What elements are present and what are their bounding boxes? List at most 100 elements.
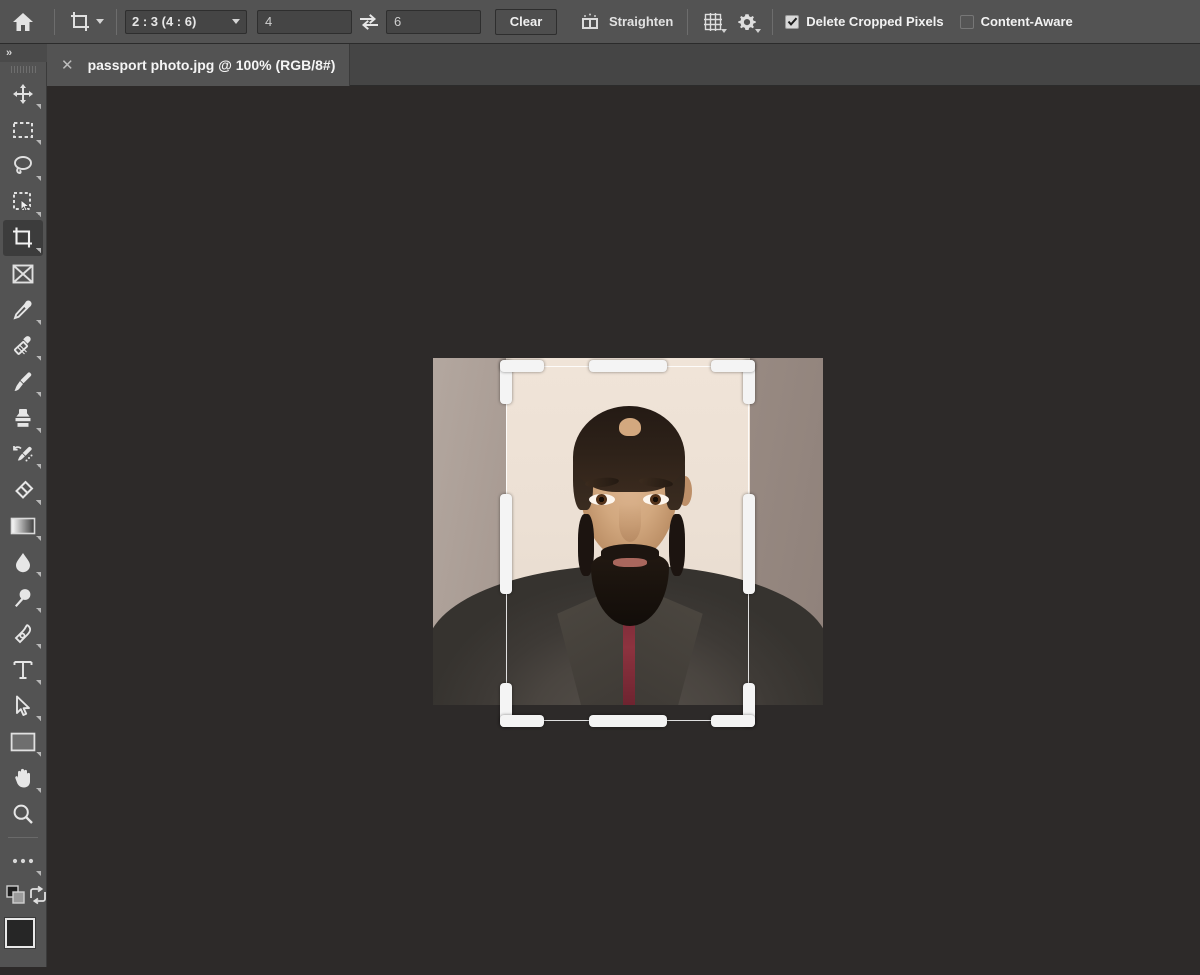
chevron-down-icon: [232, 19, 240, 24]
tool-blur[interactable]: [3, 544, 43, 580]
flyout-indicator-icon: [36, 536, 41, 541]
tool-lasso[interactable]: [3, 148, 43, 184]
document-tab[interactable]: ✕ passport photo.jpg @ 100% (RGB/8#): [47, 44, 351, 86]
clear-button[interactable]: Clear: [495, 8, 557, 35]
flyout-indicator-icon: [36, 680, 41, 685]
flyout-indicator-icon: [36, 176, 41, 181]
tool-dodge[interactable]: [3, 580, 43, 616]
screen-mode-icon[interactable]: [28, 885, 48, 905]
flyout-indicator-icon: [36, 752, 41, 757]
move-icon: [12, 83, 34, 105]
history-brush-icon: [12, 443, 34, 465]
flyout-indicator-icon: [36, 464, 41, 469]
crop-icon: [11, 226, 35, 250]
home-button[interactable]: [0, 0, 46, 44]
crop-width-value: 4: [265, 14, 273, 29]
crop-handle-bottom-right[interactable]: [711, 715, 755, 727]
flyout-indicator-icon: [36, 356, 41, 361]
tool-spot-healing-brush[interactable]: [3, 328, 43, 364]
straighten-button[interactable]: Straighten: [573, 7, 679, 37]
tool-brush[interactable]: [3, 364, 43, 400]
flyout-indicator-icon: [36, 871, 41, 876]
quick-mask-icon[interactable]: [6, 885, 28, 905]
subject-mouth: [613, 558, 647, 567]
tool-pen[interactable]: [3, 616, 43, 652]
crop-handle-bottom-middle[interactable]: [588, 715, 667, 727]
ellipsis-icon: [11, 857, 35, 865]
tool-frame[interactable]: [3, 256, 43, 292]
straighten-icon: [579, 12, 601, 32]
tool-eraser[interactable]: [3, 472, 43, 508]
frame-icon: [11, 263, 35, 285]
magnifier-icon: [12, 803, 34, 825]
foreground-color-swatch[interactable]: [5, 918, 35, 948]
close-icon[interactable]: ✕: [61, 58, 74, 73]
tool-rectangular-marquee[interactable]: [3, 112, 43, 148]
tool-preset-picker[interactable]: [63, 7, 108, 37]
tool-rectangle-shape[interactable]: [3, 724, 43, 760]
dodge-icon: [12, 587, 34, 609]
flyout-indicator-icon: [36, 320, 41, 325]
straighten-label: Straighten: [609, 14, 674, 29]
aspect-ratio-value: 2 : 3 (4 : 6): [132, 14, 197, 29]
brush-icon: [12, 371, 34, 393]
tool-type[interactable]: [3, 652, 43, 688]
toolbar-drag-handle[interactable]: [0, 62, 47, 76]
tool-gradient[interactable]: [3, 508, 43, 544]
crop-settings-button[interactable]: [730, 7, 764, 37]
subject-forehead-peak: [619, 418, 641, 436]
flyout-indicator-icon: [36, 608, 41, 613]
quick-selection-icon: [12, 191, 34, 213]
passport-photo-image[interactable]: [433, 358, 823, 705]
home-icon: [12, 12, 34, 32]
tool-clone-stamp[interactable]: [3, 400, 43, 436]
crop-handle-bottom-left[interactable]: [500, 715, 544, 727]
chevron-down-icon[interactable]: [96, 19, 104, 24]
tool-hand[interactable]: [3, 760, 43, 796]
flyout-indicator-icon: [36, 212, 41, 217]
hand-icon: [12, 767, 34, 789]
crop-width-input[interactable]: 4: [257, 9, 352, 34]
delete-cropped-pixels-checkbox[interactable]: Delete Cropped Pixels: [781, 7, 947, 37]
crop-tool-icon: [69, 11, 91, 33]
separator: [687, 8, 689, 35]
lasso-icon: [12, 155, 34, 177]
swap-width-height-button[interactable]: [352, 8, 386, 36]
tool-object-selection[interactable]: [3, 184, 43, 220]
content-aware-checkbox[interactable]: Content-Aware: [956, 7, 1077, 37]
canvas-area[interactable]: [47, 86, 1200, 967]
separator: [116, 8, 117, 35]
color-swatches[interactable]: [0, 913, 48, 975]
subject-eye-right: [643, 494, 669, 505]
crop-overlay-options-button[interactable]: [696, 7, 730, 37]
flyout-indicator-icon: [36, 500, 41, 505]
tool-zoom[interactable]: [3, 796, 43, 832]
delete-cropped-pixels-label: Delete Cropped Pixels: [806, 14, 944, 29]
tools-panel: »: [0, 44, 48, 967]
tool-path-selection[interactable]: [3, 688, 43, 724]
document-window[interactable]: [433, 358, 823, 727]
healing-brush-icon: [12, 335, 34, 357]
flyout-indicator-icon: [36, 140, 41, 145]
flyout-indicator-icon: [36, 788, 41, 793]
tool-eyedropper[interactable]: [3, 292, 43, 328]
checkbox-unchecked-icon: [959, 14, 974, 29]
crop-height-input[interactable]: 6: [386, 9, 481, 34]
tool-move[interactable]: [3, 76, 43, 112]
tool-history-brush[interactable]: [3, 436, 43, 472]
subject-eye-left: [589, 494, 615, 505]
flyout-indicator-icon: [36, 716, 41, 721]
flyout-indicator-icon: [36, 104, 41, 109]
aspect-ratio-select[interactable]: 2 : 3 (4 : 6): [125, 9, 247, 34]
collapse-toolbar-button[interactable]: »: [0, 44, 47, 62]
clone-stamp-icon: [12, 407, 34, 429]
eraser-icon: [12, 479, 34, 501]
chevron-down-icon: [721, 28, 728, 33]
marquee-icon: [12, 120, 34, 140]
tool-edit-toolbar[interactable]: [3, 843, 43, 879]
flyout-indicator-icon: [36, 428, 41, 433]
separator: [772, 8, 774, 35]
swap-arrows-icon: [359, 13, 379, 31]
tool-crop[interactable]: [3, 220, 43, 256]
document-tab-title: passport photo.jpg @ 100% (RGB/8#): [87, 57, 336, 73]
